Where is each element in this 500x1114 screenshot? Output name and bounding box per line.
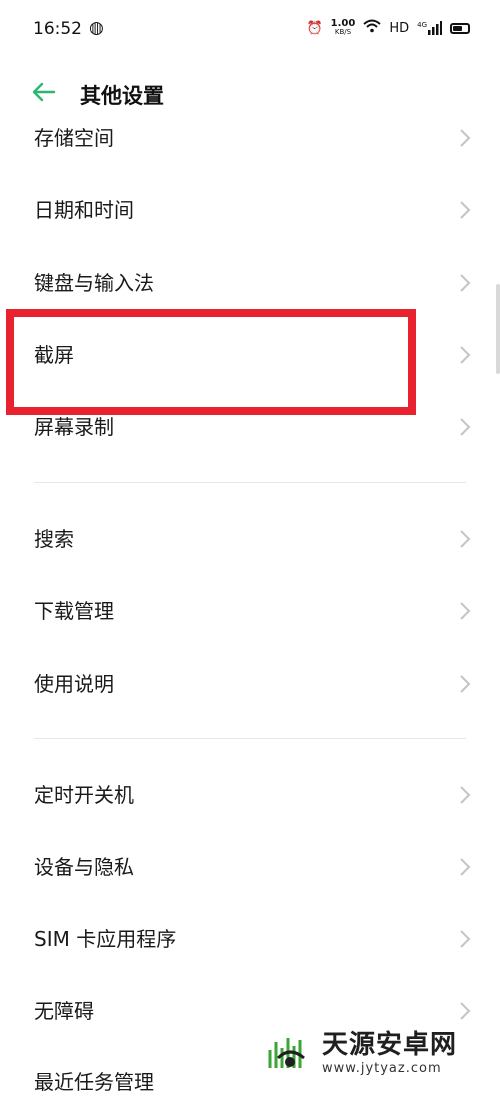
chevron-right-icon [460,786,471,804]
settings-item-keyboard[interactable]: 键盘与输入法 [0,251,500,315]
settings-item-search[interactable]: 搜索 [0,507,500,571]
settings-item-label: 设备与隐私 [34,855,134,879]
settings-item-screenshot[interactable]: 截屏 [0,323,500,387]
settings-item-device-privacy[interactable]: 设备与隐私 [0,835,500,899]
section-divider [34,482,466,483]
settings-item-recent-tasks[interactable]: 最近任务管理 [0,1050,500,1114]
settings-item-label: 日期和时间 [34,198,134,222]
settings-item-screen-recording[interactable]: 屏幕录制 [0,395,500,459]
alarm-icon: ⏰ [306,20,323,36]
status-bar: 16:52 ◍ ⏰ 1.00 KB/S HD 4G [0,0,500,62]
settings-item-accessibility[interactable]: 无障碍 [0,979,500,1043]
status-icons: ⏰ 1.00 KB/S HD 4G [306,19,470,37]
scrollbar[interactable] [496,284,500,374]
signal-label: 4G [417,21,427,29]
settings-item-label: 定时开关机 [34,783,134,807]
settings-item-scheduled-power[interactable]: 定时开关机 [0,763,500,827]
section-divider [34,738,466,739]
battery-icon [450,22,470,34]
chevron-right-icon [460,602,471,620]
settings-item-date-time[interactable]: 日期和时间 [0,178,500,242]
settings-item-label: 下载管理 [34,599,114,623]
chevron-right-icon [460,418,471,436]
settings-item-label: 键盘与输入法 [34,271,154,295]
settings-item-label: 屏幕录制 [34,415,114,439]
settings-item-downloads[interactable]: 下载管理 [0,579,500,643]
settings-item-label: 最近任务管理 [34,1070,154,1094]
status-time: 16:52 [33,19,82,39]
back-arrow-icon [32,82,56,102]
chevron-right-icon [460,1002,471,1020]
chevron-right-icon [460,858,471,876]
chevron-right-icon [460,129,471,147]
chevron-right-icon [460,675,471,693]
settings-item-label: 使用说明 [34,672,114,696]
settings-item-label: 存储空间 [34,126,114,150]
app-notification-icon: ◍ [89,18,104,38]
settings-item-user-guide[interactable]: 使用说明 [0,652,500,716]
chevron-right-icon [460,201,471,219]
hd-label: HD [389,20,410,36]
settings-item-label: 截屏 [34,343,74,367]
chevron-right-icon [460,346,471,364]
settings-item-label: 搜索 [34,527,74,551]
settings-item-label: 无障碍 [34,999,94,1023]
wifi-icon [363,19,381,37]
network-speed-value: 1.00 [330,18,356,29]
network-speed-unit: KB/S [334,28,352,36]
signal-icon: 4G [417,21,442,35]
chevron-right-icon [460,274,471,292]
chevron-right-icon [460,530,471,548]
chevron-right-icon [460,930,471,948]
network-speed: 1.00 KB/S [331,19,356,37]
settings-item-label: SIM 卡应用程序 [34,927,177,951]
back-button[interactable] [28,76,60,108]
settings-item-storage[interactable]: 存储空间 [0,106,500,170]
settings-item-sim-apps[interactable]: SIM 卡应用程序 [0,907,500,971]
